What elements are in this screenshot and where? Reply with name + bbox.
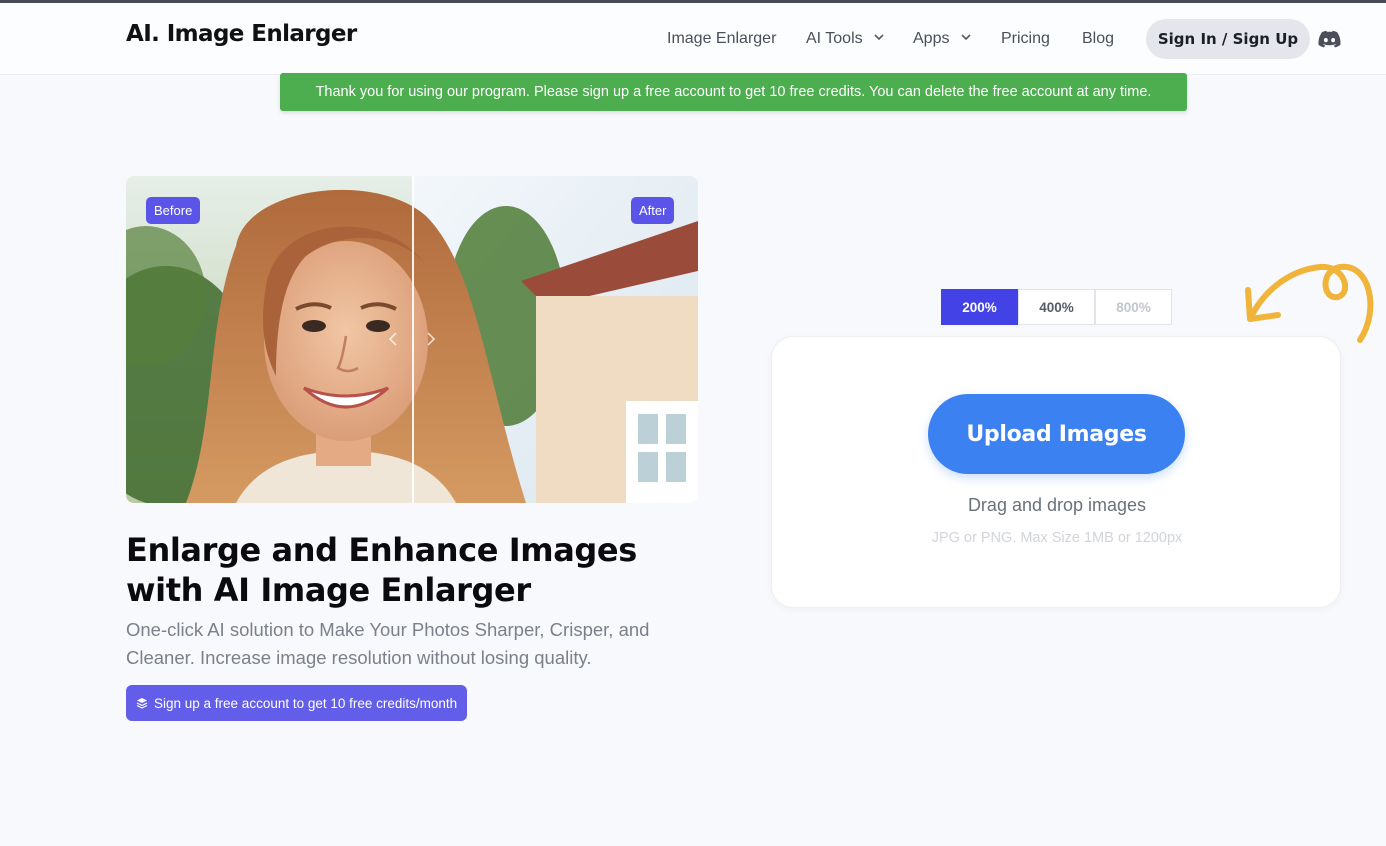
chevron-down-icon [961, 34, 971, 41]
nav-blog[interactable]: Blog [1082, 30, 1114, 48]
free-credits-notice: Thank you for using our program. Please … [280, 73, 1187, 111]
page-headline: Enlarge and Enhance Images with AI Image… [126, 531, 637, 609]
comparison-divider[interactable] [412, 176, 414, 503]
nav-image-enlarger-label: Image Enlarger [667, 30, 777, 47]
upload-dropzone[interactable]: Upload Images Drag and drop images JPG o… [771, 336, 1341, 608]
scale-400-button[interactable]: 400% [1018, 289, 1095, 325]
drag-drop-text: Drag and drop images [967, 495, 1147, 515]
signup-free-credits-button[interactable]: Sign up a free account to get 10 free cr… [126, 685, 468, 721]
discord-icon[interactable] [1318, 30, 1341, 48]
sign-in-button[interactable]: Sign In / Sign Up [1146, 19, 1310, 59]
upload-images-button[interactable]: Upload Images [928, 394, 1185, 474]
signup-free-credits-label: Sign up a free account to get 10 free cr… [154, 695, 458, 711]
nav-ai-tools[interactable]: AI Tools [806, 30, 885, 48]
chevron-right-icon [427, 332, 436, 346]
scale-200-button[interactable]: 200% [941, 289, 1018, 325]
before-badge: Before [146, 197, 201, 224]
nav-apps[interactable]: Apps [913, 30, 972, 48]
site-logo[interactable]: AI. Image Enlarger [126, 21, 357, 47]
file-limit-text: JPG or PNG. Max Size 1MB or 1200px [931, 530, 1183, 546]
site-header: AI. Image Enlarger Image Enlarger AI Too… [0, 3, 1386, 75]
chevron-left-icon [388, 332, 397, 346]
scale-selector: 200% 400% 800% [941, 289, 1172, 325]
scale-800-button[interactable]: 800% [1095, 289, 1172, 325]
layers-icon [136, 698, 148, 709]
before-after-comparison[interactable]: Before After [126, 176, 698, 503]
nav-image-enlarger[interactable]: Image Enlarger [667, 30, 776, 48]
chevron-down-icon [874, 34, 884, 41]
page-subtext: One-click AI solution to Make Your Photo… [126, 619, 650, 668]
nav-pricing-label: Pricing [1001, 30, 1050, 47]
nav-apps-label: Apps [913, 30, 950, 47]
nav-blog-label: Blog [1082, 30, 1115, 47]
nav-pricing[interactable]: Pricing [1001, 30, 1050, 48]
nav-ai-tools-label: AI Tools [806, 30, 863, 47]
after-badge: After [631, 197, 675, 224]
